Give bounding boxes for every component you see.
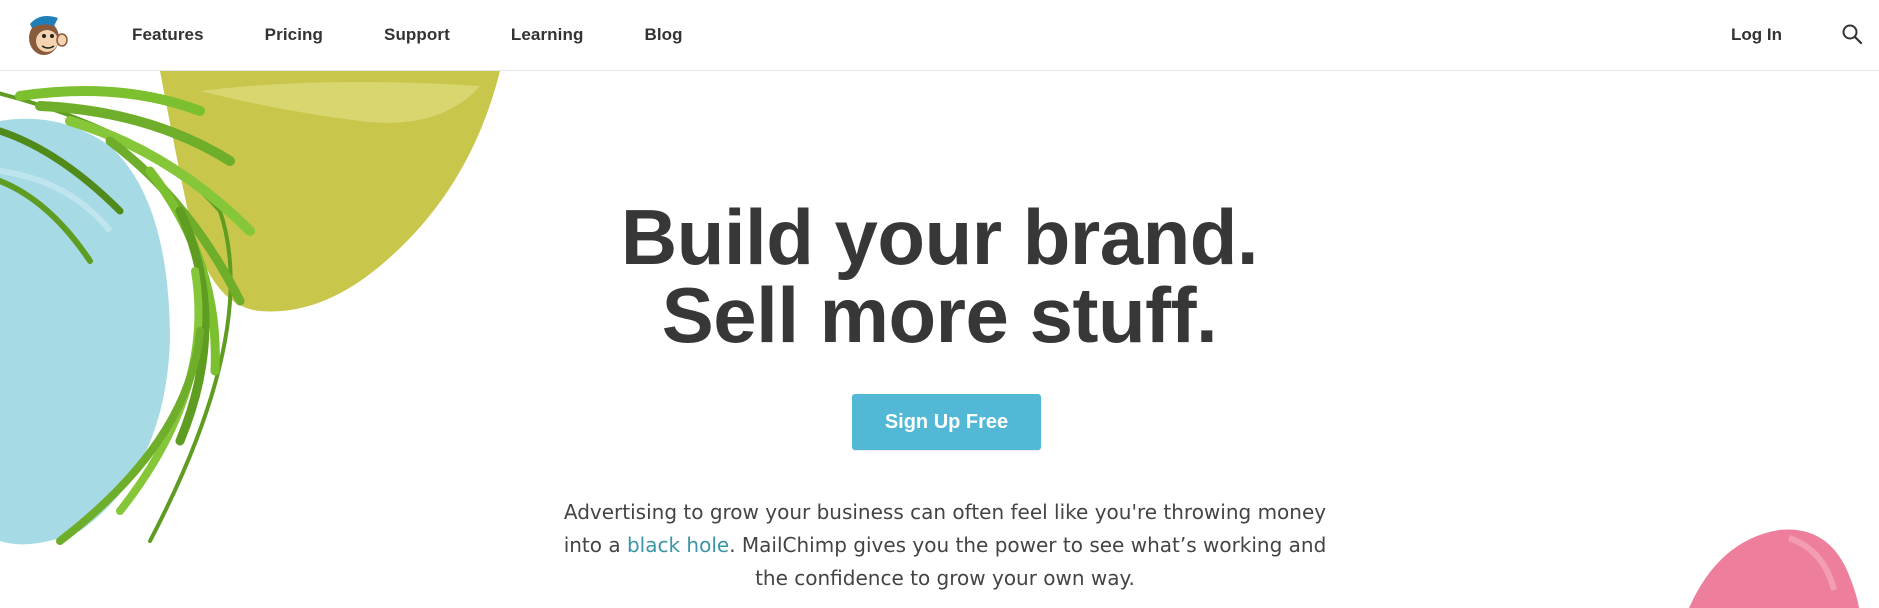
login-link[interactable]: Log In <box>1731 0 1782 70</box>
hero-title-line-1: Build your brand. <box>620 193 1259 281</box>
nav-item-support[interactable]: Support <box>384 25 450 45</box>
nav-item-learning[interactable]: Learning <box>511 25 584 45</box>
search-icon[interactable] <box>1841 23 1863 45</box>
hero-description: Advertising to grow your business can of… <box>560 496 1330 595</box>
black-hole-link[interactable]: black hole <box>627 533 729 557</box>
hero-title-line-2: Sell more stuff. <box>661 271 1218 359</box>
nav-item-features[interactable]: Features <box>132 25 204 45</box>
sign-up-free-button[interactable]: Sign Up Free <box>852 394 1041 450</box>
site-header: Features Pricing Support Learning Blog L… <box>0 0 1879 71</box>
main-nav: Features Pricing Support Learning Blog <box>132 0 744 70</box>
nav-item-pricing[interactable]: Pricing <box>265 25 323 45</box>
pink-paint-shape <box>1689 529 1859 608</box>
hero-right-art <box>1689 529 1859 608</box>
hero-description-text-2: . MailChimp gives you the power to see w… <box>729 533 1327 590</box>
nav-item-blog[interactable]: Blog <box>644 25 682 45</box>
mailchimp-logo-icon[interactable] <box>24 8 76 60</box>
hero-title: Build your brand. Sell more stuff. <box>0 198 1879 354</box>
